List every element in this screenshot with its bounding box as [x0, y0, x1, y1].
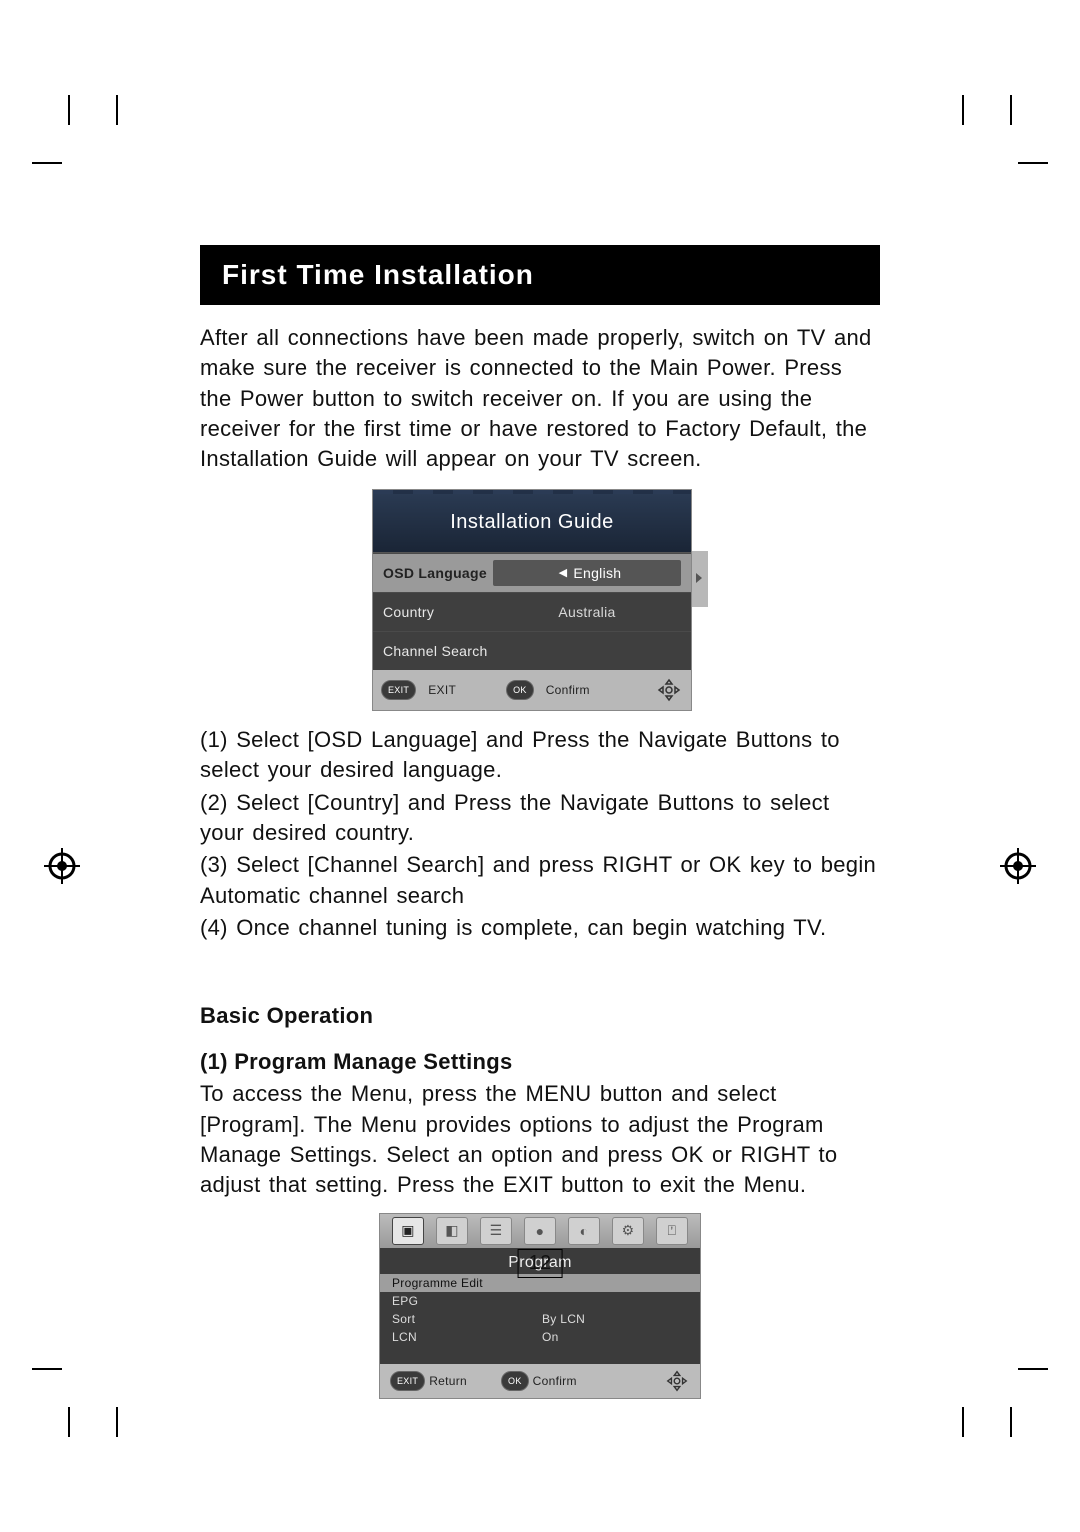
osd-row-osd-language[interactable]: OSD Language ◀ English	[373, 553, 691, 592]
basic-operation-heading: Basic Operation	[200, 1003, 880, 1029]
osd-row-channel-search[interactable]: Channel Search	[373, 631, 691, 670]
menu-row-lcn[interactable]: LCN On	[380, 1328, 700, 1346]
step-text: (3) Select [Channel Search] and press RI…	[200, 850, 880, 911]
chevron-left-icon[interactable]: ◀	[553, 566, 574, 579]
exit-pill-icon: EXIT	[381, 680, 416, 700]
menu-row-value: On	[512, 1330, 688, 1344]
osd-row-value: Australia	[558, 604, 615, 620]
menu-tab-channel[interactable]: ☰	[480, 1217, 512, 1245]
menu-tab-time[interactable]: ●	[524, 1217, 556, 1245]
menu-tab-usb[interactable]: ⍞	[656, 1217, 688, 1245]
menu-footer: EXIT Return OK Confirm	[380, 1364, 700, 1398]
page-number: 12	[518, 1249, 563, 1278]
ok-pill-icon: OK	[506, 680, 534, 700]
registration-mark-icon	[1000, 848, 1036, 884]
section-banner: First Time Installation	[200, 245, 880, 305]
menu-tab-program[interactable]: ▣	[392, 1217, 424, 1245]
ok-pill-icon: OK	[501, 1371, 529, 1391]
crop-mark	[68, 95, 70, 125]
menu-row-label: EPG	[392, 1294, 512, 1308]
dpad-icon	[655, 676, 683, 704]
confirm-label: Confirm	[546, 683, 590, 697]
program-menu-osd: ▣ ◧ ☰ ● ◐ ⚙ ⍞ Program Programme Edit EPG…	[379, 1213, 701, 1399]
menu-row-epg[interactable]: EPG	[380, 1292, 700, 1310]
program-settings-heading: (1) Program Manage Settings	[200, 1049, 880, 1075]
intro-paragraph: After all connections have been made pro…	[200, 323, 880, 475]
menu-tabs: ▣ ◧ ☰ ● ◐ ⚙ ⍞	[380, 1214, 700, 1248]
crop-mark	[1010, 95, 1012, 125]
chevron-right-icon[interactable]	[692, 551, 708, 607]
crop-mark	[68, 1407, 70, 1437]
installation-guide-osd: Installation Guide OSD Language ◀ Englis…	[372, 489, 708, 711]
crop-mark	[116, 1407, 118, 1437]
step-text: (4) Once channel tuning is complete, can…	[200, 913, 880, 943]
osd-row-country[interactable]: Country Australia	[373, 592, 691, 631]
menu-tab-picture[interactable]: ◧	[436, 1217, 468, 1245]
crop-mark	[1010, 1407, 1012, 1437]
menu-row-label: Programme Edit	[392, 1276, 512, 1290]
step-text: (2) Select [Country] and Press the Navig…	[200, 788, 880, 849]
osd-row-label: Country	[383, 604, 493, 620]
menu-row-label: Sort	[392, 1312, 512, 1326]
menu-row-label: LCN	[392, 1330, 512, 1344]
osd-row-value: English	[573, 565, 621, 581]
program-settings-paragraph: To access the Menu, press the MENU butto…	[200, 1079, 880, 1200]
crop-mark	[32, 162, 62, 164]
osd-title: Installation Guide	[373, 494, 691, 553]
page-content: First Time Installation After all connec…	[200, 245, 880, 1399]
confirm-label: Confirm	[533, 1374, 577, 1388]
crop-mark	[962, 1407, 964, 1437]
crop-mark	[116, 95, 118, 125]
manual-page: First Time Installation After all connec…	[0, 0, 1080, 1532]
registration-mark-icon	[44, 848, 80, 884]
crop-mark	[962, 95, 964, 125]
osd-footer: EXIT EXIT OK Confirm	[373, 670, 691, 710]
osd-row-label: Channel Search	[383, 643, 493, 659]
menu-row-value: By LCN	[512, 1312, 688, 1326]
osd-row-label: OSD Language	[383, 565, 493, 581]
exit-pill-icon: EXIT	[390, 1371, 425, 1391]
return-label: Return	[429, 1374, 467, 1388]
crop-mark	[1018, 1368, 1048, 1370]
menu-tab-system[interactable]: ⚙	[612, 1217, 644, 1245]
menu-row-sort[interactable]: Sort By LCN	[380, 1310, 700, 1328]
exit-label: EXIT	[428, 683, 456, 697]
menu-tab-option[interactable]: ◐	[568, 1217, 600, 1245]
dpad-icon	[664, 1368, 690, 1394]
crop-mark	[1018, 162, 1048, 164]
crop-mark	[32, 1368, 62, 1370]
step-text: (1) Select [OSD Language] and Press the …	[200, 725, 880, 786]
